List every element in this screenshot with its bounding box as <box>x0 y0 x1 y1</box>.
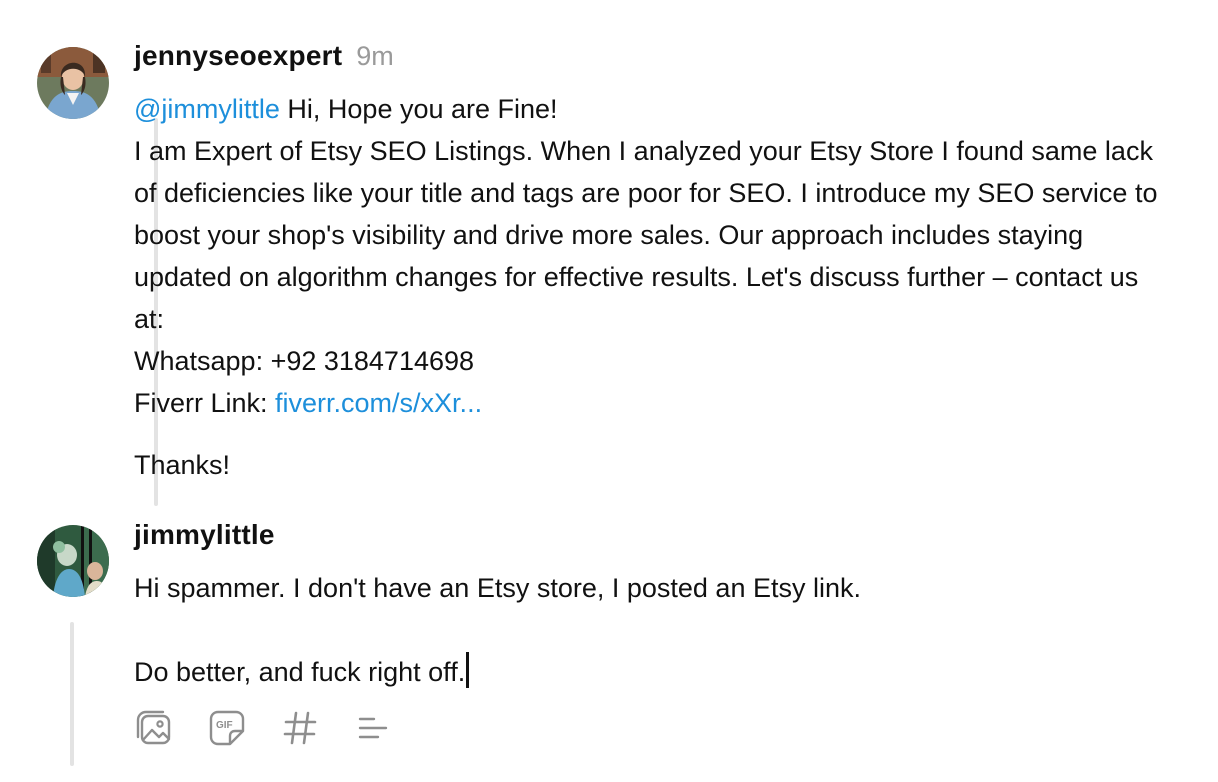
timestamp: 9m <box>356 41 394 71</box>
reply-header: jimmylittle <box>134 519 1174 561</box>
greeting-line: @jimmylittle Hi, Hope you are Fine! <box>134 88 1174 130</box>
reply-thread-line <box>70 622 74 766</box>
fiverr-link[interactable]: fiverr.com/s/xXr... <box>275 388 482 418</box>
username[interactable]: jennyseoexpert <box>134 40 342 72</box>
reply-composer: jimmylittle Hi spammer. I don't have an … <box>134 519 1174 693</box>
list-icon <box>358 717 388 739</box>
signoff: Thanks! <box>134 450 231 480</box>
fiverr-label: Fiverr Link: <box>134 388 276 418</box>
add-gif-button[interactable]: GIF <box>207 708 247 748</box>
message-paragraph: I am Expert of Etsy SEO Listings. When I… <box>134 136 1158 334</box>
image-icon <box>136 710 171 745</box>
svg-text:GIF: GIF <box>216 720 233 731</box>
gif-icon: GIF <box>209 710 245 746</box>
avatar-jimmylittle[interactable] <box>37 525 109 597</box>
add-hashtag-button[interactable] <box>280 708 320 748</box>
avatar-photo-icon <box>37 525 109 597</box>
greeting-text: Hi, Hope you are Fine! <box>279 94 558 124</box>
reply-text-area[interactable]: Hi spammer. I don't have an Etsy store, … <box>134 567 1174 693</box>
text-cursor <box>466 652 470 688</box>
reply-line-1: Hi spammer. I don't have an Etsy store, … <box>134 573 861 603</box>
reply-line-2-wrap: Do better, and fuck right off. <box>134 651 1174 693</box>
mention-link[interactable]: @jimmylittle <box>134 94 280 124</box>
conversation-page: jennyseoexpert 9m @jimmylittle Hi, Hope … <box>0 0 1218 782</box>
hashtag-icon <box>283 711 317 745</box>
fiverr-line: Fiverr Link: fiverr.com/s/xXr... <box>134 382 1174 424</box>
reply-line-2: Do better, and fuck right off. <box>134 657 466 687</box>
whatsapp-line: Whatsapp: +92 3184714698 <box>134 346 475 376</box>
post-jennyseoexpert: jennyseoexpert 9m @jimmylittle Hi, Hope … <box>134 40 1174 486</box>
post-header: jennyseoexpert 9m <box>134 40 1174 82</box>
post-body: @jimmylittle Hi, Hope you are Fine! I am… <box>134 88 1174 486</box>
compose-toolbar: GIF <box>134 708 426 748</box>
text-format-button[interactable] <box>353 708 393 748</box>
avatar-photo-icon <box>37 47 109 119</box>
avatar-jennyseoexpert[interactable] <box>37 47 109 119</box>
username[interactable]: jimmylittle <box>134 519 275 551</box>
add-image-button[interactable] <box>134 708 174 748</box>
